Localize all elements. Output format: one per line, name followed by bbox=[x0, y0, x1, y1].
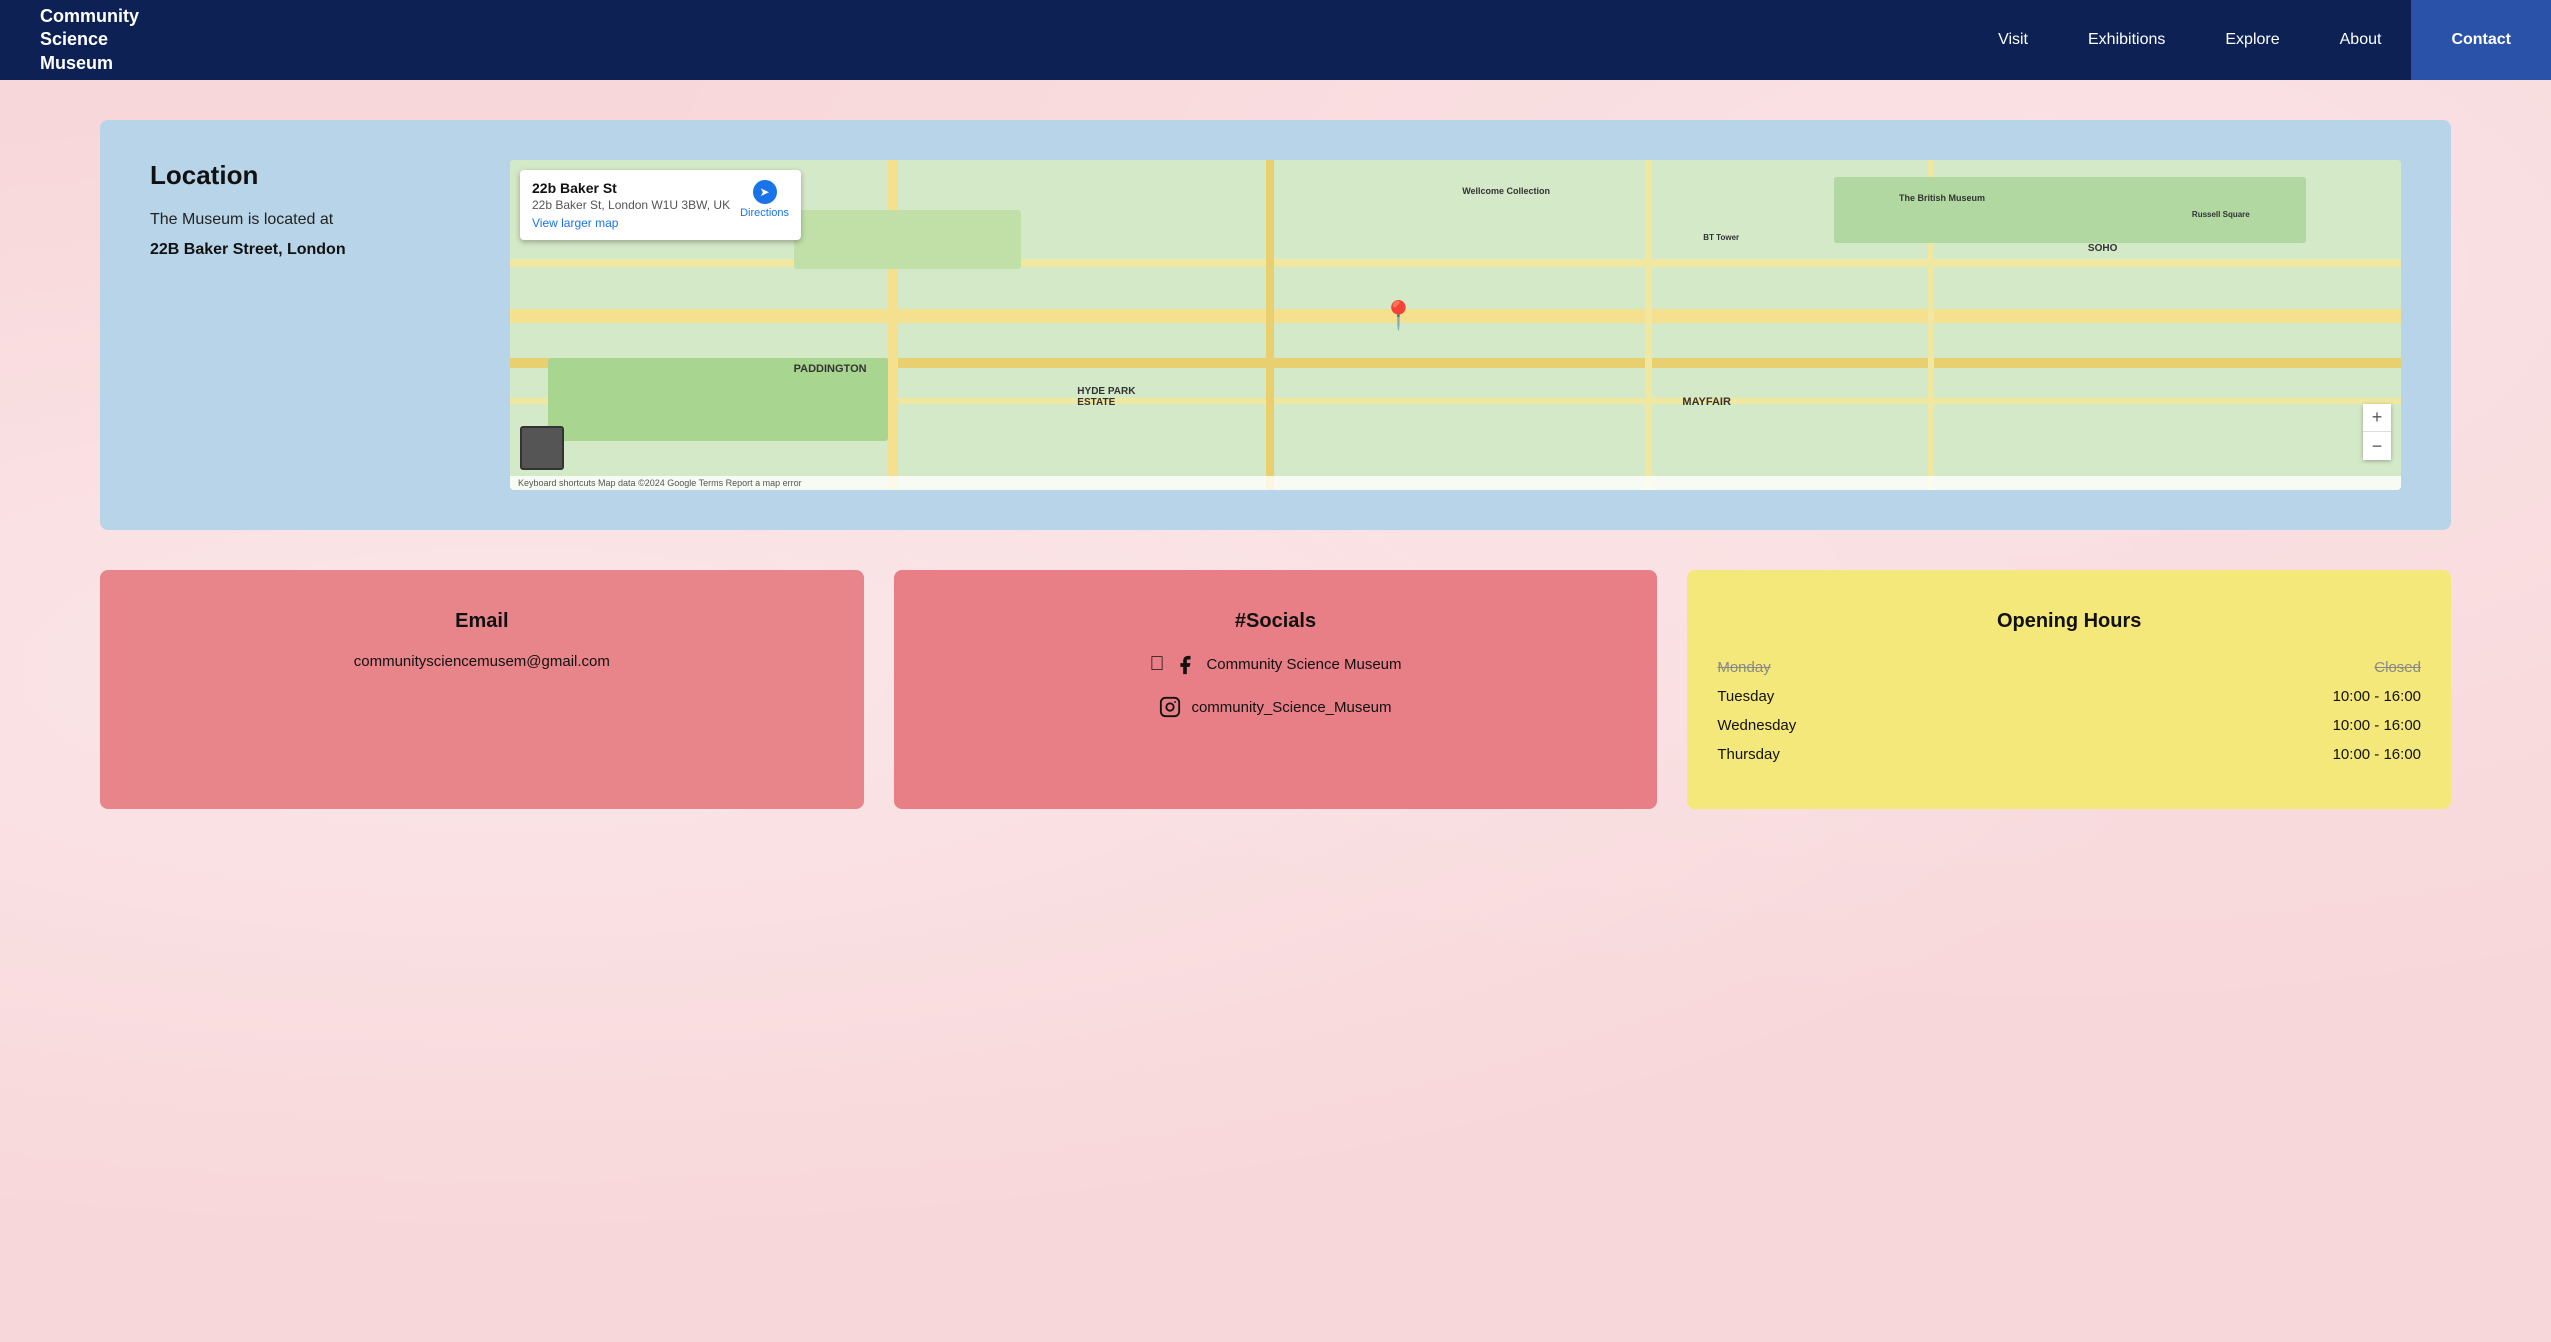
location-card: Location The Museum is located at 22B Ba… bbox=[100, 120, 2451, 530]
instagram-handle: community_Science_Museum bbox=[1191, 699, 1391, 716]
facebook-name: Community Science Museum bbox=[1206, 656, 1401, 673]
popup-content: 22b Baker St 22b Baker St, London W1U 3B… bbox=[532, 180, 730, 230]
popup-title: 22b Baker St bbox=[532, 180, 730, 196]
email-card: Email communitysciencemusem@gmail.com bbox=[100, 570, 864, 809]
popup-address: 22b Baker St, London W1U 3BW, UK bbox=[532, 198, 730, 212]
location-text: Location The Museum is located at 22B Ba… bbox=[150, 160, 450, 259]
facebook-icon:  bbox=[1149, 653, 1164, 676]
hours-time: 10:00 - 16:00 bbox=[2333, 688, 2421, 705]
map-footer: Keyboard shortcuts Map data ©2024 Google… bbox=[510, 476, 2401, 490]
directions-label: Directions bbox=[740, 207, 789, 219]
map-copyright: Keyboard shortcuts Map data ©2024 Google… bbox=[518, 478, 802, 488]
site-logo: Community Science Museum bbox=[40, 5, 1968, 75]
email-card-title: Email bbox=[455, 610, 508, 633]
navbar: Community Science Museum Visit Exhibitio… bbox=[0, 0, 2551, 80]
hours-card: Opening Hours MondayClosedTuesday10:00 -… bbox=[1687, 570, 2451, 809]
hours-row: MondayClosed bbox=[1717, 653, 2421, 682]
hours-time: 10:00 - 16:00 bbox=[2333, 717, 2421, 734]
nav-contact[interactable]: Contact bbox=[2411, 0, 2551, 80]
popup-larger-map-link[interactable]: View larger map bbox=[532, 216, 730, 230]
popup-directions[interactable]: ➤ Directions bbox=[740, 180, 789, 219]
nav-about[interactable]: About bbox=[2310, 0, 2412, 80]
instagram-svg-icon bbox=[1159, 696, 1181, 718]
hours-time: 10:00 - 16:00 bbox=[2333, 746, 2421, 763]
socials-card: #Socials  Community Science Museum comm… bbox=[894, 570, 1658, 809]
hours-day: Wednesday bbox=[1717, 717, 2332, 734]
socials-card-title: #Socials bbox=[1235, 610, 1316, 633]
map-satellite-thumbnail bbox=[520, 426, 564, 470]
map-pin: 📍 bbox=[1381, 299, 1416, 332]
location-description: The Museum is located at bbox=[150, 211, 450, 229]
map-container[interactable]: PADDINGTON HYDE PARKESTATE MAYFAIR SOHO … bbox=[510, 160, 2401, 490]
nav-explore[interactable]: Explore bbox=[2195, 0, 2309, 80]
main-content: Location The Museum is located at 22B Ba… bbox=[0, 80, 2551, 849]
hours-row: Wednesday10:00 - 16:00 bbox=[1717, 711, 2421, 740]
hours-day: Monday bbox=[1717, 659, 2374, 676]
email-address: communitysciencemusem@gmail.com bbox=[354, 653, 610, 670]
instagram-item: community_Science_Museum bbox=[1159, 696, 1391, 718]
nav-links: Visit Exhibitions Explore About Contact bbox=[1968, 0, 2551, 80]
directions-icon: ➤ bbox=[753, 180, 777, 204]
facebook-svg-icon bbox=[1174, 654, 1196, 676]
hours-time: Closed bbox=[2374, 659, 2421, 676]
map-popup: 22b Baker St 22b Baker St, London W1U 3B… bbox=[520, 170, 801, 240]
map-controls: + − bbox=[2363, 404, 2391, 460]
facebook-item:  Community Science Museum bbox=[1149, 653, 1401, 676]
hours-day: Tuesday bbox=[1717, 688, 2332, 705]
hours-row: Thursday10:00 - 16:00 bbox=[1717, 740, 2421, 769]
hours-card-title: Opening Hours bbox=[1717, 610, 2421, 633]
bottom-cards: Email communitysciencemusem@gmail.com #S… bbox=[100, 570, 2451, 809]
nav-visit[interactable]: Visit bbox=[1968, 0, 2058, 80]
nav-exhibitions[interactable]: Exhibitions bbox=[2058, 0, 2195, 80]
location-title: Location bbox=[150, 160, 450, 191]
map-zoom-in[interactable]: + bbox=[2363, 404, 2391, 432]
hours-rows: MondayClosedTuesday10:00 - 16:00Wednesda… bbox=[1717, 653, 2421, 769]
map-zoom-out[interactable]: − bbox=[2363, 432, 2391, 460]
map: PADDINGTON HYDE PARKESTATE MAYFAIR SOHO … bbox=[510, 160, 2401, 490]
hours-day: Thursday bbox=[1717, 746, 2332, 763]
hours-row: Tuesday10:00 - 16:00 bbox=[1717, 682, 2421, 711]
location-address: 22B Baker Street, London bbox=[150, 241, 450, 259]
